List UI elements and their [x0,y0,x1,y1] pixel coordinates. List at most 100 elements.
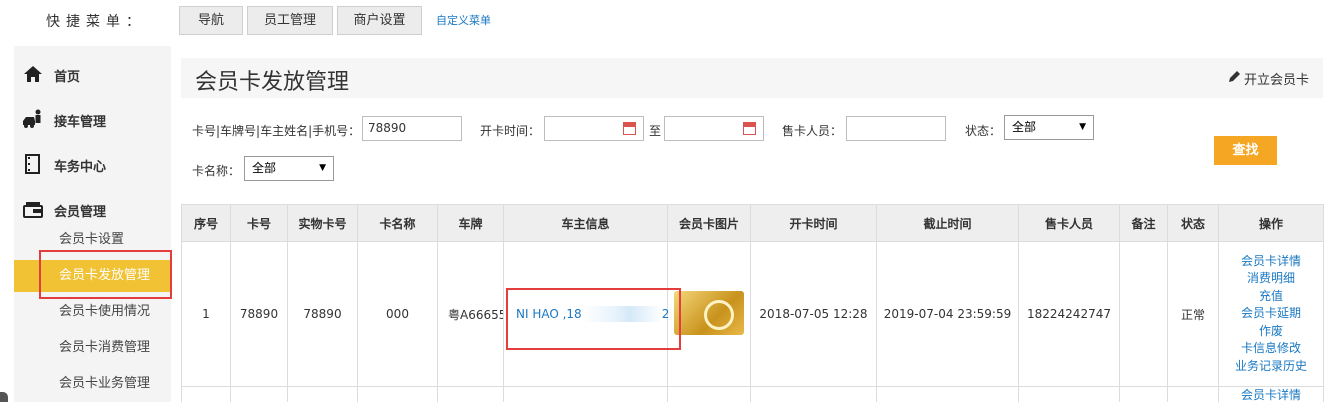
table-cell [357,386,438,402]
column-header: 状态 [1167,204,1219,242]
date-to-input[interactable] [664,116,764,141]
table-cell [750,386,877,402]
column-header: 截止时间 [876,204,1019,242]
calendar-icon [743,122,756,135]
cell-open-time: 2018-07-05 12:28 [750,241,877,387]
card-table: 序号 卡号 实物卡号 卡名称 车牌 车主信息 会员卡图片 开卡时间 截止时间 售… [181,204,1324,402]
table-header-row: 序号 卡号 实物卡号 卡名称 车牌 车主信息 会员卡图片 开卡时间 截止时间 售… [181,204,1324,242]
table-cell [667,386,751,402]
member-card-icon [23,202,43,218]
member-card-image[interactable] [674,290,744,335]
op-extend-card[interactable]: 会员卡延期 [1219,305,1323,323]
sidebar-item-label: 首页 [54,70,81,85]
search-label: 卡号|车牌号|车主姓名|手机号： [192,124,361,138]
sidebar-item-label: 车务中心 [54,160,107,175]
search-input[interactable]: 78890 [362,116,462,141]
date-label: 开卡时间： [480,124,541,138]
column-header: 序号 [181,204,231,242]
quick-menu-bar: 快捷菜单： 导航 员工管理 商户设置 自定义菜单 [0,0,1344,44]
table-row: 会员卡详情 [181,386,1324,402]
table-row: 1 78890 78890 000 粤A66655 NI HAO ,18 2 20… [181,241,1324,387]
column-header: 车主信息 [503,204,668,242]
car-reception-icon [23,109,41,128]
sidebar-subitem-card-settings[interactable]: 会员卡设置 [14,226,171,254]
quick-tab-navigation[interactable]: 导航 [179,6,243,35]
open-card-button[interactable]: 开立会员卡 [1227,69,1309,88]
main-content: 会员卡发放管理 开立会员卡 卡号|车牌号|车主姓名|手机号： 78890 开卡时… [181,58,1324,402]
calendar-icon [623,122,636,135]
table-cell [287,386,358,402]
blurred-region [581,306,662,322]
column-header: 开卡时间 [750,204,877,242]
table-cell [1018,386,1120,402]
cell-card-name: 000 [357,241,438,387]
sidebar-item-vehicle-center[interactable]: 车务中心 [14,148,171,180]
cell-ops: 会员卡详情 消费明细 充值 会员卡延期 作废 卡信息修改 业务记录历史 [1218,241,1324,387]
plate-value: 粤A66655 [448,307,504,322]
edge-marker [0,392,8,402]
status-select-value: 全部 [1012,120,1037,134]
table-cell [876,386,1019,402]
open-card-label: 开立会员卡 [1243,73,1309,88]
sidebar-item-home[interactable]: 首页 [14,58,171,90]
column-header: 备注 [1119,204,1168,242]
quick-tab-merchant[interactable]: 商户设置 [337,6,422,35]
sidebar: 首页 接车管理 车务中心 会员管理 会员卡设置 会员卡发放管理 会员卡使用情况 … [14,46,171,402]
op-card-detail[interactable]: 会员卡详情 [1219,253,1323,271]
column-header: 卡名称 [357,204,438,242]
sidebar-subitem-card-issue[interactable]: 会员卡发放管理 [14,260,171,292]
dropdown-arrow-icon: ▼ [1079,122,1086,132]
table-cell [181,386,231,402]
column-header: 会员卡图片 [667,204,751,242]
card-name-label: 卡名称： [192,164,241,178]
owner-text: NI HAO ,18 [516,306,582,321]
search-button[interactable]: 查找 [1214,136,1277,165]
column-header: 操作 [1218,204,1324,242]
cell-ops: 会员卡详情 [1218,386,1324,402]
seller-input[interactable] [846,116,946,141]
table-cell [1119,386,1168,402]
column-header: 车牌 [437,204,504,242]
cell-end-time: 2019-07-04 23:59:59 [876,241,1019,387]
op-void[interactable]: 作废 [1219,323,1323,341]
cell-seller: 18224242747 [1018,241,1120,387]
sidebar-item-label: 接车管理 [54,115,107,130]
date-from-input[interactable] [544,116,644,141]
status-label: 状态： [965,124,1002,138]
sidebar-item-car-reception[interactable]: 接车管理 [14,103,171,135]
table-cell [1167,386,1219,402]
op-card-detail[interactable]: 会员卡详情 [1219,387,1323,402]
op-recharge[interactable]: 充值 [1219,288,1323,306]
quick-menu-label: 快捷菜单： [46,14,146,30]
op-edit-card-info[interactable]: 卡信息修改 [1219,340,1323,358]
quick-tab-staff[interactable]: 员工管理 [247,6,333,35]
cell-physical-no: 78890 [287,241,358,387]
table-cell [437,386,504,402]
dropdown-arrow-icon: ▼ [319,163,326,173]
sidebar-subitem-card-consumption[interactable]: 会员卡消费管理 [14,334,171,362]
cell-index: 1 [181,241,231,387]
owner-link[interactable]: NI HAO ,18 2 [516,306,669,322]
page-title: 会员卡发放管理 [195,70,350,95]
column-header: 卡号 [230,204,288,242]
title-bar: 会员卡发放管理 开立会员卡 [181,58,1323,98]
op-consumption-detail[interactable]: 消费明细 [1219,270,1323,288]
table-cell [230,386,288,402]
sidebar-item-member[interactable]: 会员管理 [14,193,171,225]
cell-card-no: 78890 [230,241,288,387]
op-business-history[interactable]: 业务记录历史 [1219,358,1323,376]
status-select[interactable]: 全部 ▼ [1004,115,1094,140]
cell-status: 正常 [1167,241,1219,387]
custom-menu-link[interactable]: 自定义菜单 [436,12,491,28]
sidebar-subitem-card-usage[interactable]: 会员卡使用情况 [14,298,171,326]
cell-remark [1119,241,1168,387]
pencil-icon [1228,71,1240,82]
sidebar-subitem-card-business[interactable]: 会员卡业务管理 [14,370,171,398]
sidebar-item-label: 会员管理 [54,205,107,220]
card-name-select[interactable]: 全部 ▼ [244,156,334,181]
column-header: 售卡人员 [1018,204,1120,242]
home-icon [24,66,42,82]
column-header: 实物卡号 [287,204,358,242]
film-icon [25,154,40,174]
cell-card-image [667,241,751,387]
